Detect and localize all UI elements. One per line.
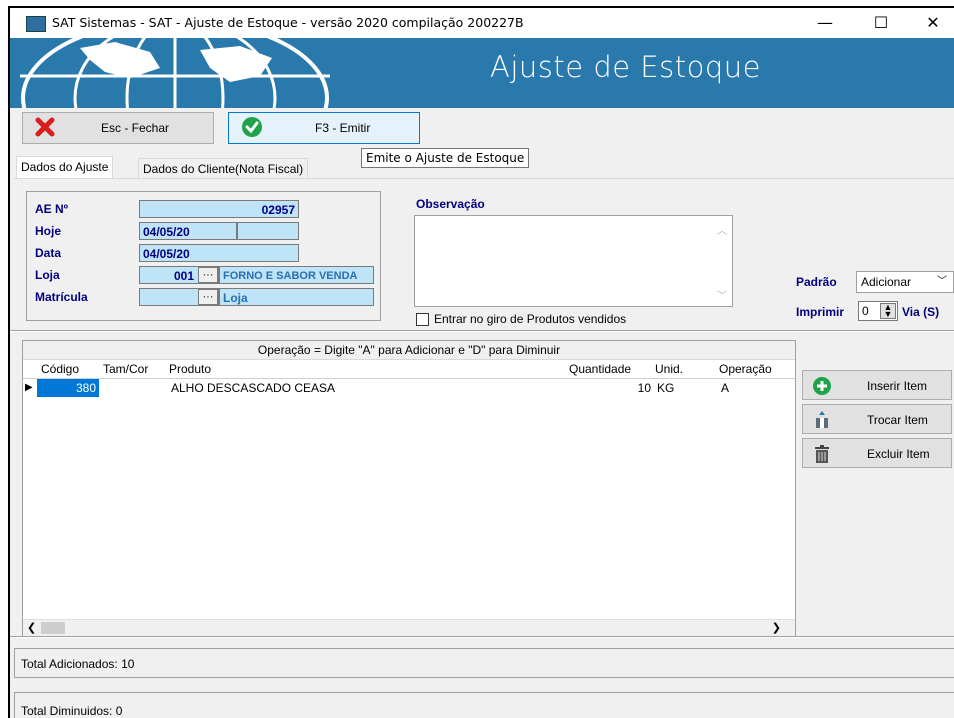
matricula-label: Matrícula	[35, 290, 88, 304]
table-row[interactable]: ▶ 380 ALHO DESCASCADO CEASA 10 KG A	[23, 379, 795, 397]
delete-item-label: Excluir Item	[867, 447, 930, 461]
check-circle-icon	[242, 117, 262, 137]
app-icon	[26, 16, 46, 32]
cell-operacao[interactable]: A	[721, 379, 729, 397]
cell-codigo[interactable]: 380	[37, 379, 99, 397]
swap-item-button[interactable]: Trocar Item	[802, 404, 952, 434]
toolbar: Esc - Fechar F3 - Emitir	[10, 108, 954, 152]
tab-dados-cliente[interactable]: Dados do Cliente(Nota Fiscal)	[138, 158, 309, 179]
row-indicator-icon: ▶	[25, 382, 33, 393]
close-button[interactable]: Esc - Fechar	[22, 112, 214, 144]
box-swap-icon	[816, 411, 828, 428]
main-window: SAT Sistemas - SAT - Ajuste de Estoque -…	[8, 6, 954, 718]
tooltip: Emite o Ajuste de Estoque	[361, 148, 530, 168]
close-window-button[interactable]: ✕	[910, 8, 954, 38]
separator	[10, 330, 954, 332]
giro-checkbox[interactable]	[416, 313, 429, 326]
adjustment-form: AE Nº 02957 Hoje 04/05/20 Data 04/05/20 …	[14, 178, 954, 329]
title-bar: SAT Sistemas - SAT - Ajuste de Estoque -…	[10, 8, 954, 38]
loja-name-field: FORNO E SABOR VENDA	[219, 266, 374, 284]
maximize-button[interactable]: ☐	[858, 8, 904, 38]
grid-caption: Operação = Digite "A" para Adicionar e "…	[23, 341, 795, 360]
scroll-up-icon[interactable]: ︿	[717, 222, 727, 237]
col-tamcor[interactable]: Tam/Cor	[103, 360, 148, 378]
emit-button-label: F3 - Emitir	[315, 121, 371, 135]
insert-item-label: Inserir Item	[867, 379, 928, 393]
hoje-label: Hoje	[35, 224, 62, 238]
insert-item-button[interactable]: Inserir Item	[802, 370, 952, 400]
giro-label: Entrar no giro de Produtos vendidos	[434, 312, 627, 326]
tab-dados-ajuste[interactable]: Dados do Ajuste	[16, 156, 114, 179]
data-field[interactable]: 04/05/20	[139, 244, 299, 262]
items-grid[interactable]: Operação = Digite "A" para Adicionar e "…	[22, 340, 796, 638]
padrao-label: Padrão	[796, 275, 837, 289]
imprimir-value: 0	[862, 304, 869, 318]
adjustment-fields-group: AE Nº 02957 Hoje 04/05/20 Data 04/05/20 …	[26, 191, 381, 321]
header-banner: Ajuste de Estoque	[10, 38, 954, 108]
total-added: Total Adicionados: 10	[14, 648, 954, 678]
loja-lookup-button[interactable]: ···	[198, 267, 218, 283]
col-codigo[interactable]: Código	[41, 360, 79, 378]
col-operacao[interactable]: Operação	[719, 360, 772, 378]
matricula-name-field: Loja	[219, 288, 374, 306]
close-button-label: Esc - Fechar	[101, 121, 170, 135]
imprimir-label: Imprimir	[796, 305, 845, 319]
col-quantidade[interactable]: Quantidade	[569, 360, 631, 378]
hoje-time-field[interactable]	[237, 222, 299, 240]
plus-circle-icon	[813, 377, 831, 395]
separator	[10, 636, 954, 638]
hoje-field[interactable]: 04/05/20	[139, 222, 237, 240]
delete-item-button[interactable]: Excluir Item	[802, 438, 952, 468]
close-x-icon	[35, 117, 55, 137]
total-removed: Total Diminuidos: 0	[14, 692, 954, 718]
padrao-select[interactable]: Adicionar ﹀	[856, 271, 954, 293]
cell-produto[interactable]: ALHO DESCASCADO CEASA	[171, 379, 335, 397]
chevron-down-icon: ﹀	[937, 276, 947, 287]
imprimir-spinner[interactable]: 0 ▲ ▼	[858, 301, 898, 321]
via-label: Via (S)	[902, 305, 940, 319]
swap-item-label: Trocar Item	[867, 413, 928, 427]
padrao-value: Adicionar	[861, 275, 912, 289]
cell-quantidade[interactable]: 10	[569, 379, 651, 397]
ae-number-field[interactable]: 02957	[139, 200, 299, 218]
horizontal-scrollbar[interactable]: ❮ ❯	[23, 619, 795, 637]
col-produto[interactable]: Produto	[169, 360, 211, 378]
data-label: Data	[35, 246, 62, 260]
globe-logo-icon	[20, 38, 330, 108]
scroll-thumb[interactable]	[41, 622, 65, 634]
loja-label: Loja	[35, 268, 60, 282]
trash-icon	[815, 445, 829, 463]
observacao-textarea[interactable]: ︿ ﹀	[414, 215, 733, 307]
banner-title: Ajuste de Estoque	[490, 50, 761, 84]
scroll-right-icon[interactable]: ❯	[772, 621, 781, 634]
ae-label: AE Nº	[35, 202, 69, 216]
observacao-label: Observação	[416, 197, 485, 211]
minimize-button[interactable]: —	[802, 8, 848, 38]
cell-unid[interactable]: KG	[657, 379, 674, 397]
scroll-left-icon[interactable]: ❮	[27, 621, 36, 634]
col-unid[interactable]: Unid.	[655, 360, 683, 378]
scroll-down-icon[interactable]: ﹀	[717, 287, 727, 302]
emit-button[interactable]: F3 - Emitir	[228, 112, 420, 144]
grid-header: Código Tam/Cor Produto Quantidade Unid. …	[23, 360, 795, 379]
window-title: SAT Sistemas - SAT - Ajuste de Estoque -…	[52, 15, 524, 30]
matricula-lookup-button[interactable]: ···	[198, 289, 218, 305]
spin-arrows-icon[interactable]: ▲ ▼	[880, 303, 896, 319]
